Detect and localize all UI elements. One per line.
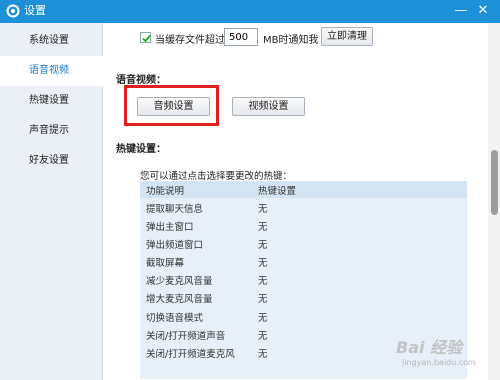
function-cell: 截取屏幕 — [146, 258, 185, 270]
cache-label: 当缓存文件超过 — [155, 35, 225, 46]
column-header-hotkey: 热键设置 — [258, 186, 297, 197]
function-cell: 增大麦克风音量 — [146, 294, 213, 306]
table-row[interactable]: 截取屏幕 无 — [140, 252, 467, 270]
table-row[interactable]: 减少麦克风音量 无 — [140, 270, 467, 288]
gear-logo-icon — [6, 4, 20, 18]
audio-settings-button[interactable]: 音频设置 — [137, 97, 210, 116]
table-row[interactable]: 弹出主窗口 无 — [140, 216, 467, 234]
hotkey-cell: 无 — [258, 222, 268, 234]
hotkey-cell: 无 — [258, 240, 268, 252]
sidebar-item-voice-video[interactable]: 语音视频 — [0, 56, 104, 86]
function-cell: 关闭/打开频道麦克风 — [146, 348, 235, 360]
clean-now-button[interactable]: 立即清理 — [321, 27, 373, 46]
function-cell: 切换语音模式 — [146, 312, 204, 324]
title-bar: 设置 — ✕ — [0, 0, 500, 23]
cache-unit-label: MB时通知我 — [263, 35, 319, 46]
sidebar-item-hotkeys[interactable]: 热键设置 — [0, 86, 103, 116]
hotkey-cell: 无 — [258, 330, 268, 342]
window-title: 设置 — [24, 4, 46, 17]
table-row[interactable]: 提取聊天信息 无 — [140, 198, 467, 216]
hotkey-cell: 无 — [258, 294, 268, 306]
sidebar-item-sound[interactable]: 声音提示 — [0, 116, 103, 146]
checkmark-icon — [142, 34, 151, 43]
cache-checkbox[interactable] — [140, 32, 151, 43]
minimize-button[interactable]: — — [452, 3, 470, 19]
column-header-function: 功能说明 — [146, 186, 185, 197]
table-row[interactable]: 增大麦克风音量 无 — [140, 288, 467, 306]
watermark-url: jingyan.baidu.com — [402, 358, 476, 367]
table-header: 功能说明 热键设置 — [140, 181, 467, 198]
sidebar-item-friends[interactable]: 好友设置 — [0, 146, 103, 176]
watermark: Bai 经验 jingyan.baidu.com — [396, 334, 492, 374]
settings-content: 当缓存文件超过 MB时通知我 立即清理 语音视频： 音频设置 视频设置 热键设置… — [104, 23, 488, 380]
hotkey-cell: 无 — [258, 312, 268, 324]
function-cell: 提取聊天信息 — [146, 204, 204, 215]
function-cell: 弹出主窗口 — [146, 222, 194, 234]
scrollbar-thumb[interactable] — [491, 150, 498, 215]
hotkey-cell: 无 — [258, 276, 268, 288]
table-row[interactable]: 切换语音模式 无 — [140, 307, 467, 325]
hotkey-title: 热键设置： — [116, 144, 166, 155]
hotkey-hint: 您可以通过点击选择要更改的热键： — [140, 171, 293, 182]
cache-size-input[interactable] — [224, 28, 258, 46]
sidebar: 系统设置 语音视频 热键设置 声音提示 好友设置 — [0, 23, 104, 380]
hotkey-cell: 无 — [258, 204, 268, 215]
hotkey-cell: 无 — [258, 348, 268, 360]
function-cell: 弹出频道窗口 — [146, 240, 204, 252]
sidebar-item-system[interactable]: 系统设置 — [0, 26, 103, 56]
function-cell: 关闭/打开频道声音 — [146, 330, 226, 342]
function-cell: 减少麦克风音量 — [146, 276, 213, 288]
close-button[interactable]: ✕ — [474, 3, 492, 19]
vertical-scrollbar[interactable] — [488, 23, 500, 380]
table-row[interactable]: 弹出频道窗口 无 — [140, 234, 467, 252]
voice-video-title: 语音视频： — [116, 75, 166, 86]
video-settings-button[interactable]: 视频设置 — [232, 97, 305, 116]
hotkey-cell: 无 — [258, 258, 268, 270]
watermark-text: Bai 经验 — [396, 338, 463, 357]
